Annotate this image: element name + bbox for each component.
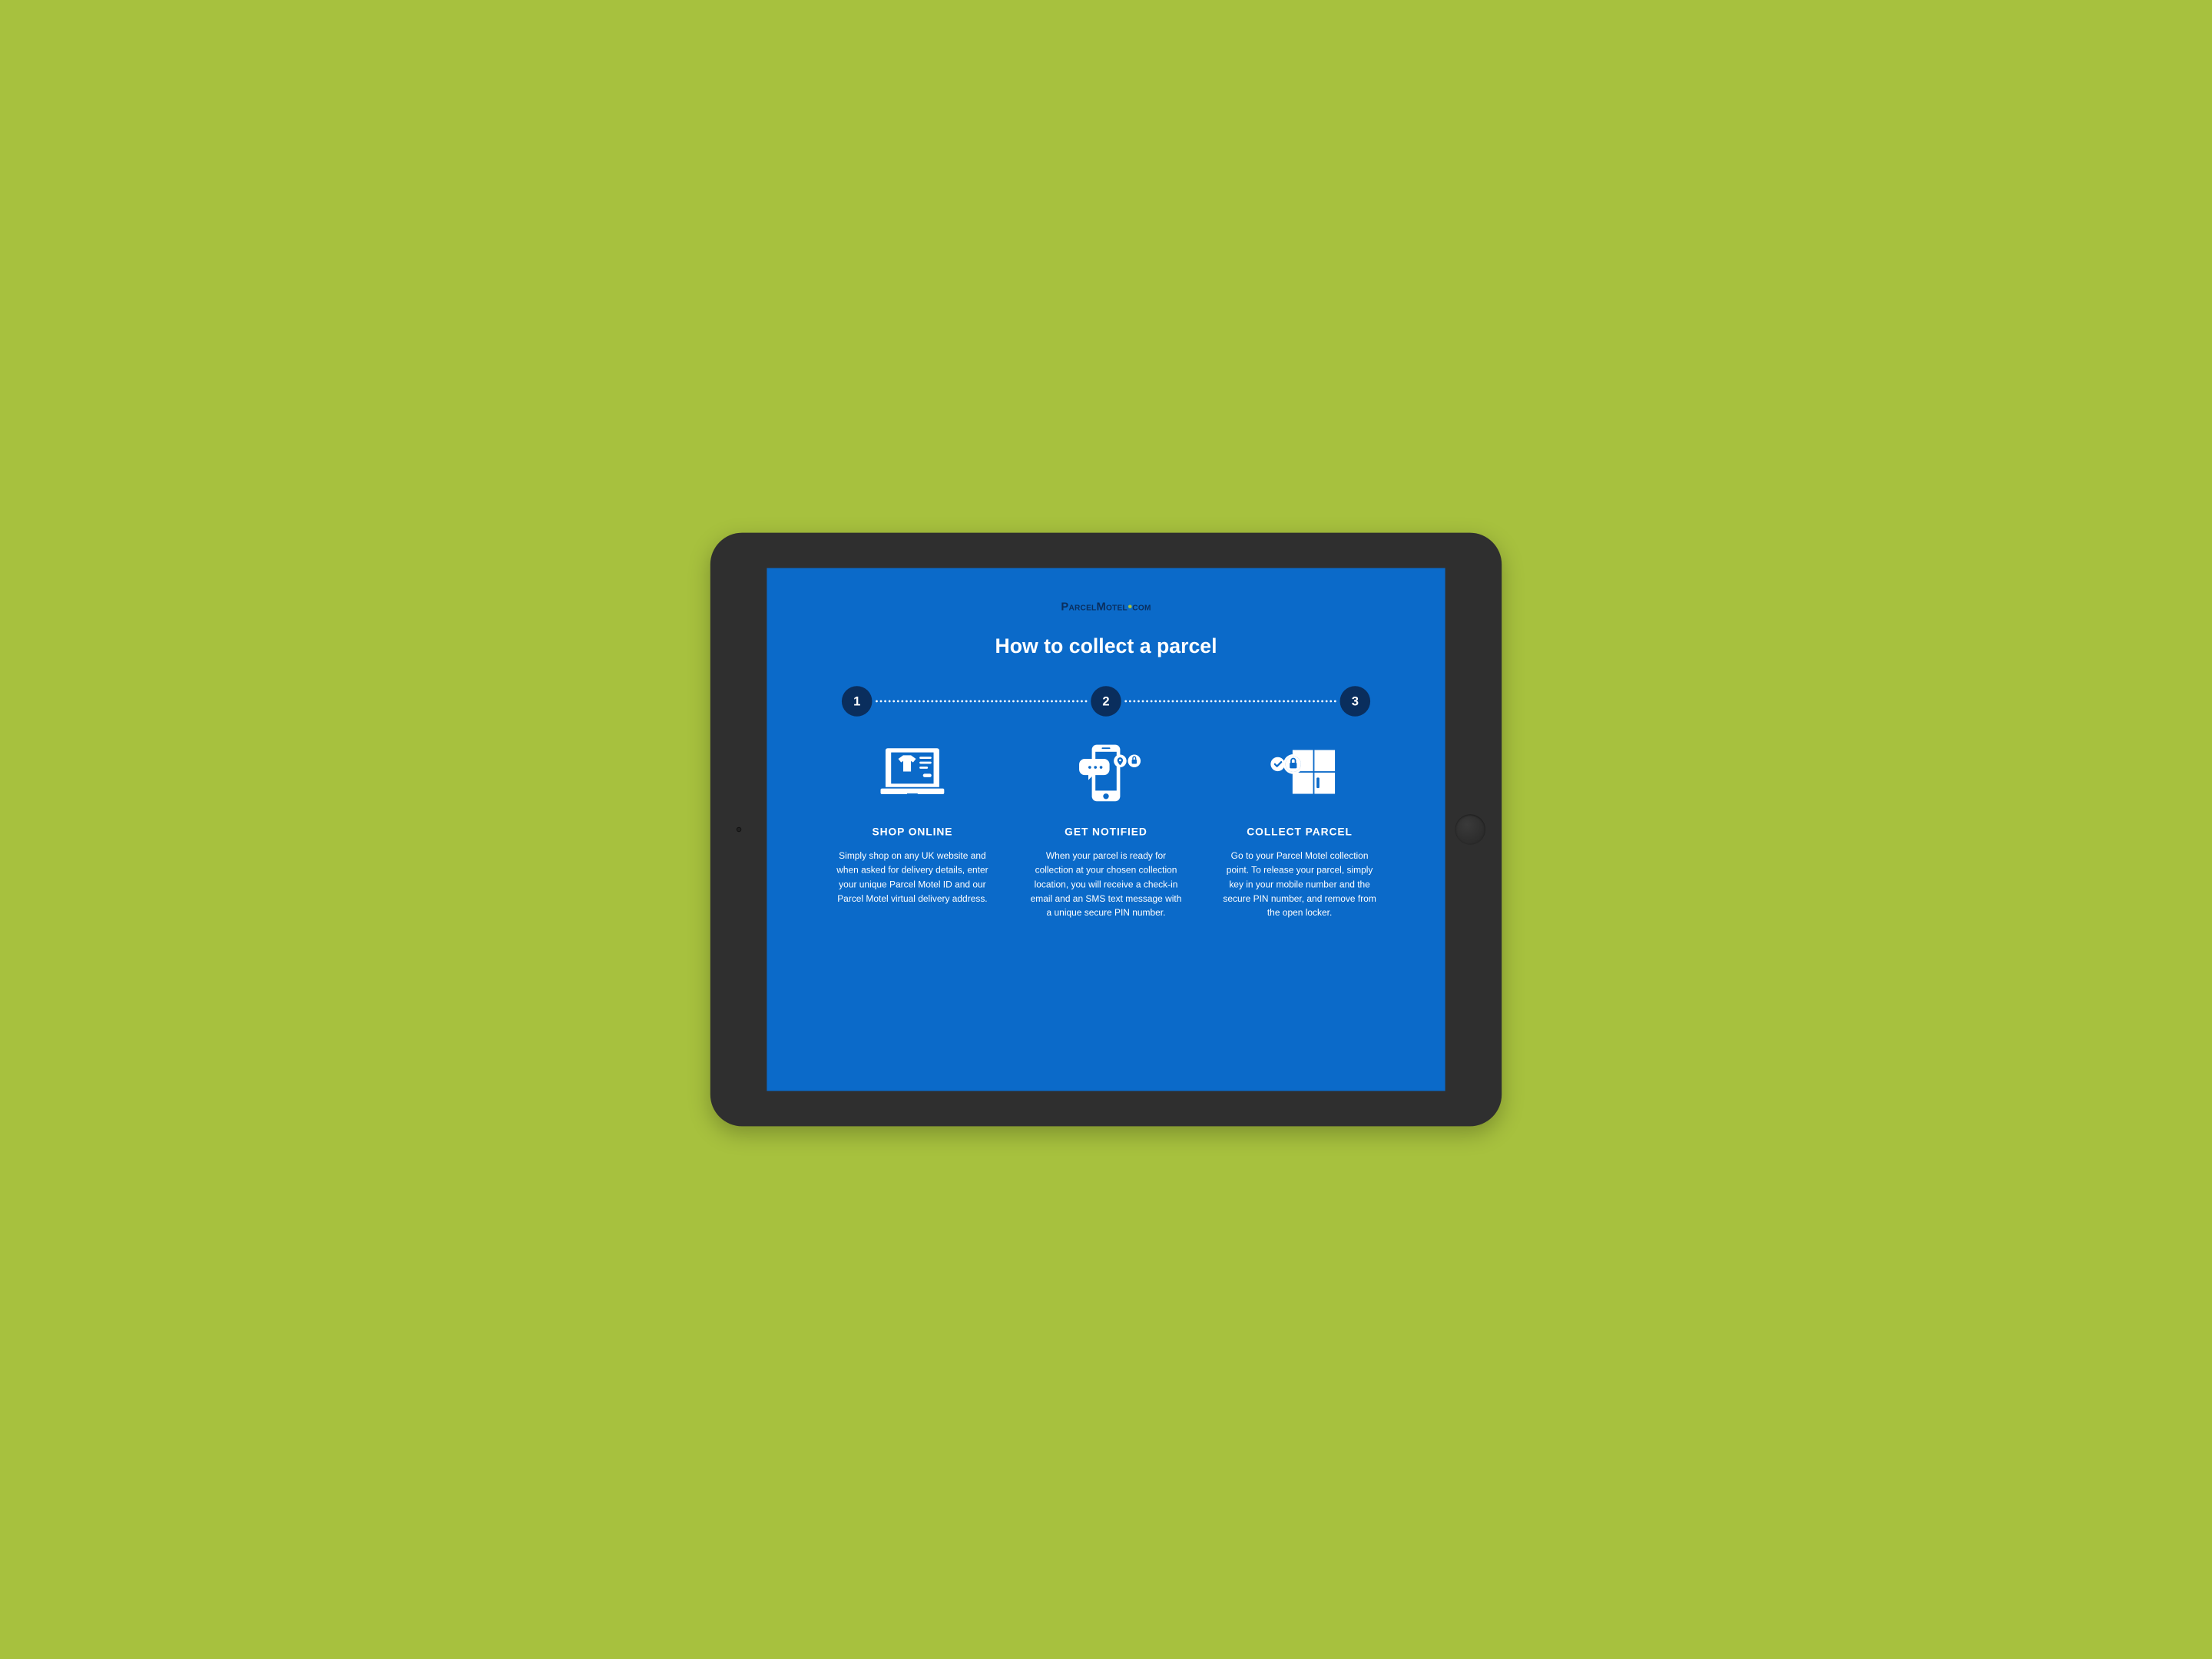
step-number-1: 1 xyxy=(842,686,873,717)
connector-line xyxy=(876,700,1088,703)
page-title: How to collect a parcel xyxy=(995,634,1217,658)
step-description: Go to your Parcel Motel collection point… xyxy=(1222,849,1377,920)
step-title: COLLECT PARCEL xyxy=(1247,826,1353,838)
step-indicator: 1 2 3 xyxy=(842,686,1370,717)
step-column-shop: SHOP ONLINE Simply shop on any UK websit… xyxy=(826,737,998,919)
camera-icon xyxy=(737,827,741,832)
home-button[interactable] xyxy=(1455,814,1485,845)
steps-row: SHOP ONLINE Simply shop on any UK websit… xyxy=(826,737,1386,919)
logo-part-3: com xyxy=(1132,600,1151,613)
phone-notification-icon xyxy=(1067,737,1144,808)
laptop-shopping-icon xyxy=(877,737,948,808)
step-number-3: 3 xyxy=(1340,686,1371,717)
screen: ParcelMotel com How to collect a parcel 1… xyxy=(767,568,1445,1091)
logo-part-1: Parcel xyxy=(1061,600,1096,613)
tablet-frame: ParcelMotel com How to collect a parcel 1… xyxy=(710,533,1502,1127)
step-title: GET NOTIFIED xyxy=(1065,826,1147,838)
locker-icon xyxy=(1260,737,1338,808)
step-column-collect: COLLECT PARCEL Go to your Parcel Motel c… xyxy=(1214,737,1386,919)
step-description: Simply shop on any UK website and when a… xyxy=(835,849,990,906)
step-number-2: 2 xyxy=(1091,686,1121,717)
logo-part-2: Motel xyxy=(1096,600,1127,613)
step-title: SHOP ONLINE xyxy=(872,826,952,838)
logo-dot-icon xyxy=(1128,604,1132,608)
brand-logo: ParcelMotel com xyxy=(1061,600,1151,613)
step-column-notify: GET NOTIFIED When your parcel is ready f… xyxy=(1020,737,1192,919)
connector-line xyxy=(1124,700,1336,703)
step-description: When your parcel is ready for collection… xyxy=(1028,849,1184,920)
